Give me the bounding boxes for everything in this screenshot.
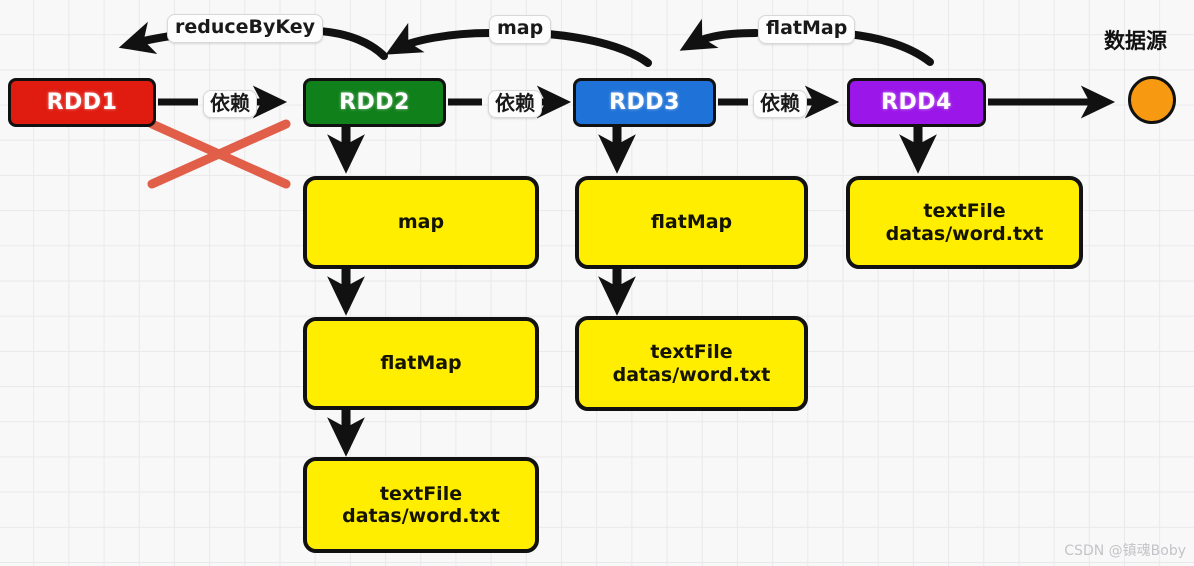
rdd-node-label: RDD3	[609, 89, 680, 115]
op-node-textfile-rdd4[interactable]: textFile datas/word.txt	[846, 176, 1083, 269]
op-node-map-rdd2[interactable]: map	[303, 176, 539, 269]
op-node-textfile-rdd3[interactable]: textFile datas/word.txt	[575, 316, 808, 411]
data-source-label: 数据源	[1104, 29, 1167, 53]
op-node-line1: textFile	[650, 341, 733, 364]
op-node-line2: datas/word.txt	[612, 363, 771, 386]
curve-flatmap-left	[679, 18, 760, 51]
transform-label-flatmap: flatMap	[758, 15, 856, 44]
op-node-flatmap-rdd3[interactable]: flatMap	[575, 176, 808, 269]
op-node-line1: textFile	[379, 482, 463, 505]
op-node-line1: flatMap	[380, 352, 462, 375]
op-node-line1: textFile	[923, 200, 1006, 223]
rdd-node-rdd2[interactable]: RDD2	[303, 78, 446, 127]
rdd-node-rdd1[interactable]: RDD1	[8, 78, 156, 127]
curve-reducebykey-right	[314, 27, 388, 60]
watermark: CSDN @镇魂Boby	[1064, 543, 1186, 559]
op-node-line2: datas/word.txt	[885, 222, 1044, 245]
curve-flatmap-right	[844, 30, 934, 66]
rdd-node-rdd3[interactable]: RDD3	[573, 78, 716, 127]
rdd-node-label: RDD1	[46, 89, 118, 115]
rdd-node-label: RDD2	[339, 89, 410, 115]
dependency-label-3: 依赖	[753, 90, 807, 118]
curve-map-left	[385, 22, 494, 55]
transform-label-reducebykey: reduceByKey	[167, 14, 324, 43]
rdd-node-label: RDD4	[881, 89, 952, 115]
op-node-textfile-rdd2[interactable]: textFile datas/word.txt	[303, 457, 539, 553]
op-node-line2: datas/word.txt	[342, 505, 500, 527]
data-source-circle[interactable]	[1128, 76, 1176, 124]
dependency-label-1: 依赖	[203, 90, 257, 118]
op-node-line1: map	[397, 211, 445, 234]
dependency-label-2: 依赖	[488, 90, 542, 118]
op-node-line1: flatMap	[650, 211, 733, 234]
diagram-canvas: RDD1 RDD2 RDD3 RDD4 依赖 依赖 依赖 reduceByKey…	[0, 0, 1194, 566]
rdd-node-rdd4[interactable]: RDD4	[847, 78, 986, 127]
cross-out-mark	[147, 119, 291, 189]
transform-label-map: map	[489, 15, 552, 44]
op-node-flatmap-rdd2[interactable]: flatMap	[303, 317, 539, 410]
curve-map-right	[544, 30, 652, 67]
